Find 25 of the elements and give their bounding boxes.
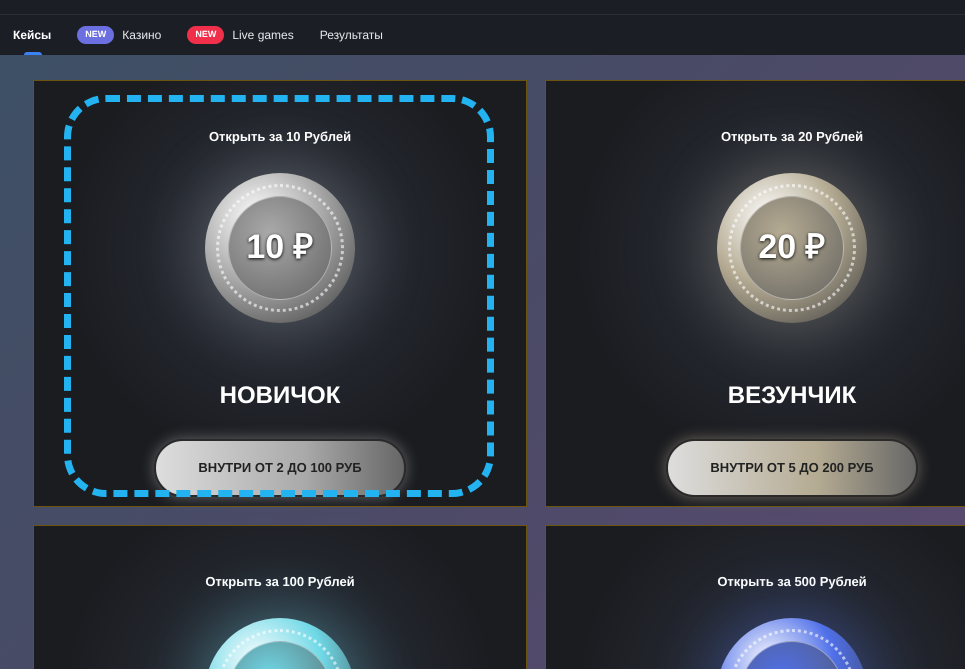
case-contents-button[interactable]: ВНУТРИ ОТ 5 ДО 200 РУБ	[666, 438, 918, 496]
tab-label: Казино	[122, 27, 162, 44]
nav-tab[interactable]: Результаты	[320, 15, 383, 55]
nav-tab[interactable]: NEW Live games	[187, 15, 294, 55]
nav-tab[interactable]: NEW Казино	[77, 15, 162, 55]
tab-label: Live games	[232, 27, 294, 44]
case-card[interactable]: Открыть за 500 Рублей	[545, 525, 965, 669]
tab-label: Кейсы	[13, 27, 52, 44]
new-badge: NEW	[77, 26, 114, 44]
new-badge: NEW	[187, 26, 224, 44]
coin-value: 10 ₽	[246, 227, 314, 268]
case-price: Открыть за 10 Рублей	[208, 128, 352, 146]
coin-value: 20 ₽	[758, 227, 826, 268]
case-name: НОВИЧОК	[220, 380, 340, 410]
case-card[interactable]: Открыть за 100 Рублей	[33, 525, 527, 669]
case-contents-button[interactable]: ВНУТРИ ОТ 2 ДО 100 РУБ	[154, 438, 406, 496]
nav-tab[interactable]: Кейсы	[13, 15, 52, 55]
case-card[interactable]: Открыть за 20 Рублей 20 ₽ ВЕЗУНЧИК ВНУТРИ ОТ 5 ДО 200 РУБ	[545, 80, 965, 507]
tab-label: Результаты	[320, 27, 383, 44]
case-card[interactable]: Открыть за 10 Рублей 10 ₽ НОВИЧОК ВНУТРИ ОТ 2 ДО 100 РУБ	[33, 80, 527, 507]
case-price: Открыть за 20 Рублей	[720, 128, 864, 146]
active-tab-indicator	[24, 52, 42, 55]
case-price: Открыть за 100 Рублей	[205, 573, 355, 591]
case-price: Открыть за 500 Рублей	[717, 573, 867, 591]
case-name: ВЕЗУНЧИК	[728, 380, 856, 410]
